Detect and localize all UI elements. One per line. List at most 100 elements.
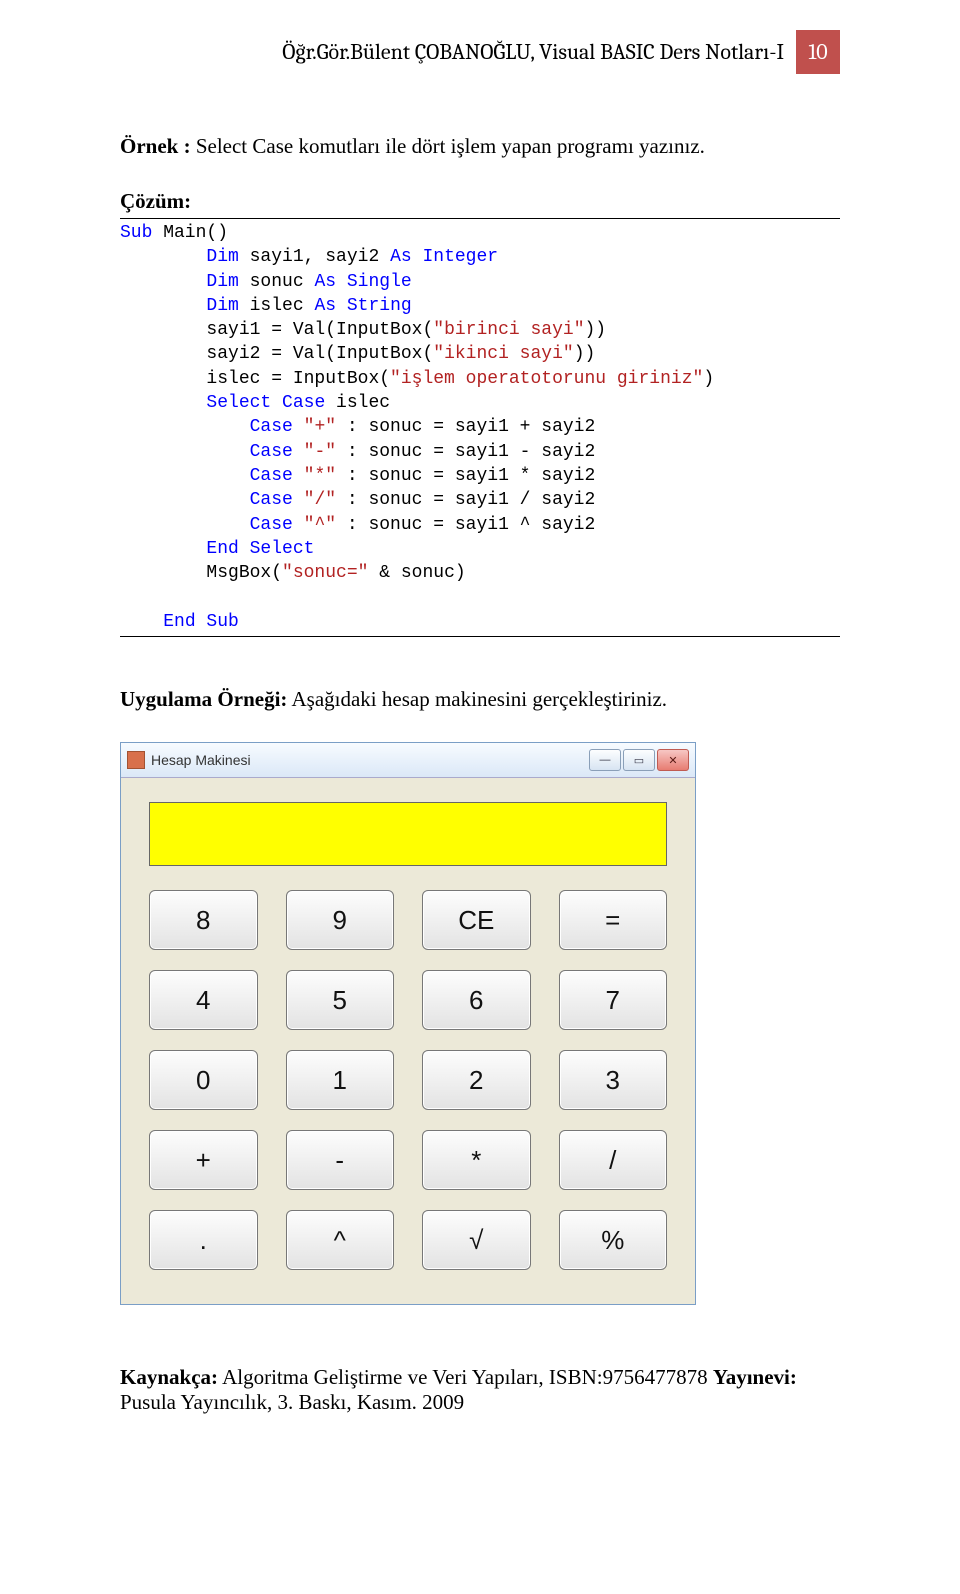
example-text: Select Case komutları ile dört işlem yap… (196, 134, 705, 158)
calc-btn-div[interactable]: / (559, 1130, 668, 1190)
calc-btn-7[interactable]: 7 (559, 970, 668, 1030)
calc-btn-8[interactable]: 8 (149, 890, 258, 950)
calc-btn-label: - (335, 1145, 344, 1176)
calculator-screenshot: Hesap Makinesi — ▭ ✕ 8 9 CE = 4 (120, 742, 840, 1305)
calc-btn-label: + (196, 1145, 211, 1176)
calc-btn-1[interactable]: 1 (286, 1050, 395, 1110)
calc-btn-5[interactable]: 5 (286, 970, 395, 1030)
header-title: Öğr.Gör.Bülent ÇOBANOĞLU, Visual BASIC D… (282, 39, 784, 65)
code-text: : sonuc = sayi1 + sayi2 (336, 417, 595, 437)
calc-btn-label: 2 (469, 1065, 483, 1096)
code-text: : sonuc = sayi1 - sayi2 (336, 442, 595, 462)
code-block: Sub Main() Dim sayi1, sayi2 As Integer D… (120, 221, 840, 634)
citation-yayinevi-label: Yayınevi: (713, 1365, 797, 1389)
calc-btn-ce[interactable]: CE (422, 890, 531, 950)
minimize-icon: — (600, 754, 611, 766)
calc-btn-label: . (200, 1225, 207, 1256)
string-literal: "işlem operatotorunu giriniz" (390, 369, 703, 389)
calc-btn-label: = (605, 905, 620, 936)
kw-case: Case (250, 417, 304, 437)
calc-btn-label: 3 (606, 1065, 620, 1096)
calc-btn-label: % (601, 1225, 624, 1256)
calc-btn-label: 6 (469, 985, 483, 1016)
maximize-button[interactable]: ▭ (623, 749, 655, 771)
app-icon (127, 751, 145, 769)
calc-btn-label: ^ (334, 1225, 346, 1256)
kw-dim: Dim (206, 272, 238, 292)
calc-btn-label: CE (458, 905, 494, 936)
exercise-prompt: Uygulama Örneği: Aşağıdaki hesap makines… (120, 687, 840, 712)
example-prompt: Örnek : Select Case komutları ile dört i… (120, 134, 840, 159)
calc-btn-9[interactable]: 9 (286, 890, 395, 950)
calc-btn-2[interactable]: 2 (422, 1050, 531, 1110)
code-text: sayi1 = Val(InputBox( (120, 320, 433, 340)
code-text: : sonuc = sayi1 / sayi2 (336, 490, 595, 510)
kw-case: Case (250, 442, 304, 462)
titlebar-left: Hesap Makinesi (127, 751, 251, 769)
calc-btn-label: * (471, 1145, 481, 1176)
exercise-text: Aşağıdaki hesap makinesini gerçekleştiri… (287, 687, 667, 711)
citation-yayinevi-text: Pusula Yayıncılık, 3. Baskı, Kasım. 2009 (120, 1390, 464, 1414)
citation-kaynak-label: Kaynakça: (120, 1365, 218, 1389)
string-literal: "-" (304, 442, 336, 462)
exercise-label: Uygulama Örneği: (120, 687, 287, 711)
calc-btn-3[interactable]: 3 (559, 1050, 668, 1110)
calc-btn-eq[interactable]: = (559, 890, 668, 950)
code-text: islec (239, 296, 315, 316)
calc-btn-minus[interactable]: - (286, 1130, 395, 1190)
kw-end-select: End Select (206, 539, 314, 559)
calc-btn-label: 5 (333, 985, 347, 1016)
calc-btn-label: 7 (606, 985, 620, 1016)
calc-btn-6[interactable]: 6 (422, 970, 531, 1030)
code-text: : sonuc = sayi1 * sayi2 (336, 466, 595, 486)
string-literal: "sonuc=" (282, 563, 368, 583)
code-text: MsgBox( (120, 563, 282, 583)
close-button[interactable]: ✕ (657, 749, 689, 771)
minimize-button[interactable]: — (589, 749, 621, 771)
example-prefix: Örnek : (120, 134, 196, 158)
calc-btn-pow[interactable]: ^ (286, 1210, 395, 1270)
calc-btn-sqrt[interactable]: √ (422, 1210, 531, 1270)
code-text: : sonuc = sayi1 ^ sayi2 (336, 515, 595, 535)
calc-btn-label: / (609, 1145, 616, 1176)
kw-type: As Single (314, 272, 411, 292)
citation: Kaynakça: Algoritma Geliştirme ve Veri Y… (120, 1365, 840, 1415)
kw-case: Case (250, 466, 304, 486)
calc-btn-mul[interactable]: * (422, 1130, 531, 1190)
code-rule-bottom (120, 636, 840, 637)
code-text: Main() (152, 223, 228, 243)
code-text: sayi2 = Val(InputBox( (120, 344, 433, 364)
page-header: Öğr.Gör.Bülent ÇOBANOĞLU, Visual BASIC D… (120, 30, 840, 74)
calc-btn-plus[interactable]: + (149, 1130, 258, 1190)
calc-btn-dot[interactable]: . (149, 1210, 258, 1270)
kw-end-sub: End Sub (163, 612, 239, 632)
string-literal: "ikinci sayi" (433, 344, 573, 364)
code-text: ) (703, 369, 714, 389)
calc-btn-4[interactable]: 4 (149, 970, 258, 1030)
kw-case: Case (250, 515, 304, 535)
string-literal: "^" (304, 515, 336, 535)
code-text: )) (585, 320, 607, 340)
calc-btn-label: 9 (333, 905, 347, 936)
calc-btn-label: √ (469, 1225, 483, 1256)
calc-btn-pct[interactable]: % (559, 1210, 668, 1270)
code-text: sayi1, sayi2 (239, 247, 390, 267)
titlebar: Hesap Makinesi — ▭ ✕ (121, 743, 695, 778)
kw-case: Case (250, 490, 304, 510)
calculator-body: 8 9 CE = 4 5 6 7 0 1 2 3 + - * (121, 778, 695, 1304)
calc-btn-label: 0 (196, 1065, 210, 1096)
calc-btn-0[interactable]: 0 (149, 1050, 258, 1110)
calculator-button-grid: 8 9 CE = 4 5 6 7 0 1 2 3 + - * (149, 890, 667, 1270)
window-title: Hesap Makinesi (151, 752, 251, 768)
page-number: 10 (808, 39, 827, 65)
kw-sub: Sub (120, 223, 152, 243)
string-literal: "/" (304, 490, 336, 510)
calculator-display[interactable] (149, 802, 667, 866)
page-number-box: 10 (796, 30, 840, 74)
string-literal: "birinci sayi" (433, 320, 584, 340)
kw-dim: Dim (206, 296, 238, 316)
code-rule-top (120, 218, 840, 219)
solution-label: Çözüm: (120, 189, 840, 214)
string-literal: "*" (304, 466, 336, 486)
kw-select: Select Case (206, 393, 325, 413)
